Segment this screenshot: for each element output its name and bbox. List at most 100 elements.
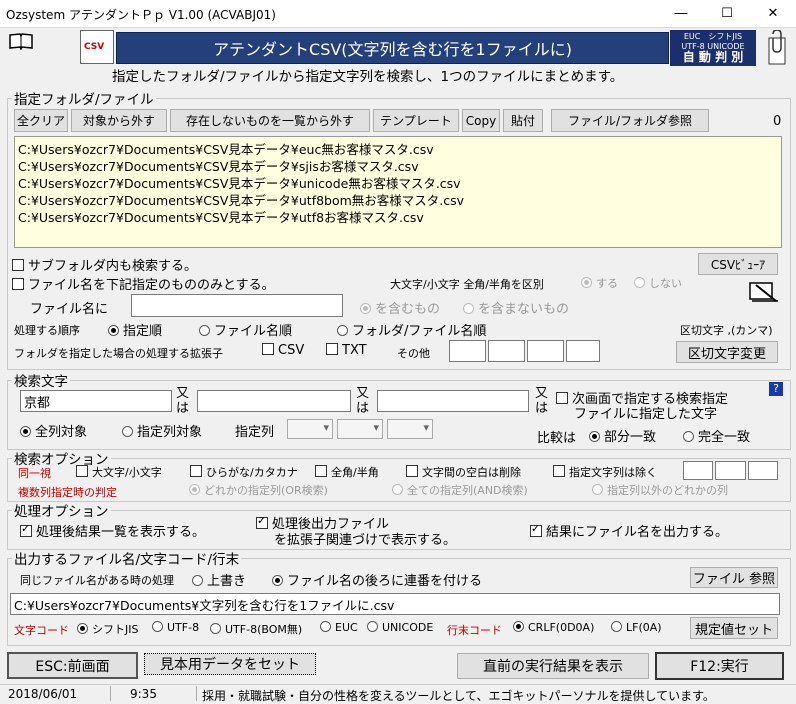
overwrite-option[interactable]: 上書き	[192, 570, 246, 589]
order-specified-radio[interactable]	[108, 325, 119, 336]
list-item[interactable]: C:¥Users¥ozcr7¥Documents¥CSV見本データ¥euc無お客…	[18, 141, 778, 158]
partial-match-option[interactable]: 部分一致	[589, 426, 656, 445]
subfolder-checkbox[interactable]	[12, 259, 24, 271]
column-select-3[interactable]	[387, 419, 433, 439]
case-yes-option[interactable]: する	[581, 275, 618, 291]
remove-spaces-option[interactable]: 文字間の空白は削除	[406, 464, 521, 480]
edit-icon[interactable]	[748, 279, 780, 303]
specified-columns-option[interactable]: 指定列対象	[122, 421, 202, 440]
exact-match-option[interactable]: 完全一致	[683, 426, 750, 445]
output-filename-option[interactable]: 結果にファイル名を出力する。	[530, 521, 728, 540]
all-columns-option[interactable]: 全列対象	[20, 421, 87, 440]
ignore-width-checkbox[interactable]	[315, 465, 327, 477]
close-icon[interactable]: ✕	[750, 0, 796, 27]
list-item[interactable]: C:¥Users¥ozcr7¥Documents¥CSV見本データ¥sjisお客…	[18, 158, 778, 175]
column-select-1[interactable]	[287, 419, 333, 439]
order-folder-file-radio[interactable]	[337, 325, 348, 336]
minimize-icon[interactable]: ―	[658, 0, 704, 27]
csv-viewer-button[interactable]: CSVﾋﾞｭｰｱ	[698, 253, 778, 275]
ignore-kana-checkbox[interactable]	[190, 465, 202, 477]
contains-radio[interactable]	[360, 303, 371, 314]
partial-match-radio[interactable]	[589, 431, 600, 442]
output-browse-button[interactable]: ファイル 参照	[690, 567, 778, 588]
eol-lf-radio[interactable]	[611, 621, 622, 632]
other-col-radio[interactable]	[592, 484, 603, 495]
ignore-case-checkbox[interactable]	[76, 465, 88, 477]
output-path-input[interactable]: C:¥Users¥ozcr7¥Documents¥文字列を含む行を1ファイルに.…	[10, 593, 780, 615]
list-item[interactable]: C:¥Users¥ozcr7¥Documents¥CSV見本データ¥unicod…	[18, 175, 778, 192]
enc-utf8-nobom-option[interactable]: UTF-8(BOM無)	[210, 621, 302, 637]
serial-number-radio[interactable]	[272, 575, 283, 586]
list-item[interactable]: C:¥Users¥ozcr7¥Documents¥CSV見本データ¥utf8bo…	[18, 192, 778, 209]
specified-columns-radio[interactable]	[122, 426, 133, 437]
exclude-input-3[interactable]	[748, 461, 778, 480]
show-result-list-checkbox[interactable]	[20, 522, 32, 537]
enc-unicode-radio[interactable]	[367, 621, 378, 632]
search-term-1-input[interactable]: 京都	[20, 390, 172, 412]
exclude-input-2[interactable]	[715, 461, 746, 480]
remove-from-target-button[interactable]: 対象から外す	[71, 109, 167, 132]
filename-filter-input[interactable]	[131, 294, 343, 317]
show-output-checkbox[interactable]	[256, 514, 268, 529]
ignore-case-option[interactable]: 大文字/小文字	[76, 464, 162, 480]
ext-csv-option[interactable]: CSV	[262, 343, 304, 358]
enc-utf8-radio[interactable]	[152, 621, 163, 632]
order-specified-option[interactable]: 指定順	[108, 320, 162, 339]
esc-back-button[interactable]: ESC:前画面	[7, 652, 138, 679]
case-no-option[interactable]: しない	[634, 275, 682, 291]
maximize-icon[interactable]: ☐	[704, 0, 750, 27]
list-item[interactable]: C:¥Users¥ozcr7¥Documents¥CSV見本データ¥utf8お客…	[18, 209, 778, 226]
other-col-option[interactable]: 指定列以外のどれかの列	[592, 482, 728, 498]
order-folder-file-option[interactable]: フォルダ/ファイル名順	[337, 320, 486, 339]
enc-sjis-option[interactable]: シフトJIS	[77, 621, 138, 637]
reset-defaults-button[interactable]: 規定値セット	[690, 617, 778, 639]
set-sample-data-button[interactable]: 見本用データをセット	[144, 653, 316, 675]
book-icon[interactable]	[8, 32, 34, 50]
ext-other-input-4[interactable]	[566, 340, 600, 362]
ext-csv-checkbox[interactable]	[262, 343, 274, 355]
serial-number-option[interactable]: ファイル名の後ろに連番を付ける	[272, 570, 482, 589]
eol-lf-option[interactable]: LF(0A)	[611, 621, 662, 634]
show-result-list-option[interactable]: 処理後結果一覧を表示する。	[20, 521, 205, 540]
remove-spaces-checkbox[interactable]	[406, 465, 418, 477]
overwrite-radio[interactable]	[192, 575, 203, 586]
enc-sjis-radio[interactable]	[77, 623, 88, 634]
case-yes-radio[interactable]	[581, 277, 592, 288]
output-filename-checkbox[interactable]	[530, 522, 542, 537]
clipboard-icon[interactable]	[763, 30, 789, 66]
column-select-2[interactable]	[337, 419, 383, 439]
ignore-kana-option[interactable]: ひらがな/カタカナ	[190, 464, 298, 480]
template-button[interactable]: テンプレート	[373, 109, 459, 132]
enc-utf8-option[interactable]: UTF-8	[152, 621, 199, 634]
ext-other-input-3[interactable]	[527, 340, 564, 362]
help-icon[interactable]: ?	[769, 382, 783, 396]
or-search-radio[interactable]	[189, 484, 200, 495]
exact-match-radio[interactable]	[683, 431, 694, 442]
ignore-width-option[interactable]: 全角/半角	[315, 464, 379, 480]
ext-txt-option[interactable]: TXT	[326, 343, 367, 358]
run-button[interactable]: F12:実行	[655, 652, 784, 680]
enc-euc-option[interactable]: EUC	[320, 621, 358, 634]
next-screen-checkbox[interactable]	[556, 392, 568, 404]
remove-missing-button[interactable]: 存在しないものを一覧から外す	[170, 109, 370, 132]
and-search-option[interactable]: 全ての指定列(AND検索)	[392, 482, 528, 498]
enc-euc-radio[interactable]	[320, 621, 331, 632]
exclude-checkbox[interactable]	[553, 465, 565, 477]
delimiter-change-button[interactable]: 区切文字変更	[676, 341, 778, 363]
subfolder-option[interactable]: サブフォルダ内も検索する。	[12, 255, 197, 274]
or-search-option[interactable]: どれかの指定列(OR検索)	[189, 482, 328, 498]
contains-option[interactable]: を含むもの	[360, 298, 440, 317]
order-filename-radio[interactable]	[199, 325, 210, 336]
ext-other-input-1[interactable]	[449, 340, 486, 362]
filename-only-option[interactable]: ファイル名を下記指定のもののみとする。	[12, 274, 275, 293]
and-search-radio[interactable]	[392, 484, 403, 495]
exclude-option[interactable]: 指定文字列は除く	[553, 464, 657, 480]
not-contains-option[interactable]: を含まないもの	[463, 298, 569, 317]
show-last-result-button[interactable]: 直前の実行結果を表示	[457, 653, 649, 679]
enc-unicode-option[interactable]: UNICODE	[367, 621, 433, 634]
eol-crlf-option[interactable]: CRLF(0D0A)	[513, 621, 594, 634]
ext-txt-checkbox[interactable]	[326, 343, 338, 355]
filename-only-checkbox[interactable]	[12, 278, 24, 290]
clear-all-button[interactable]: 全クリア	[14, 109, 68, 132]
case-no-radio[interactable]	[634, 277, 645, 288]
